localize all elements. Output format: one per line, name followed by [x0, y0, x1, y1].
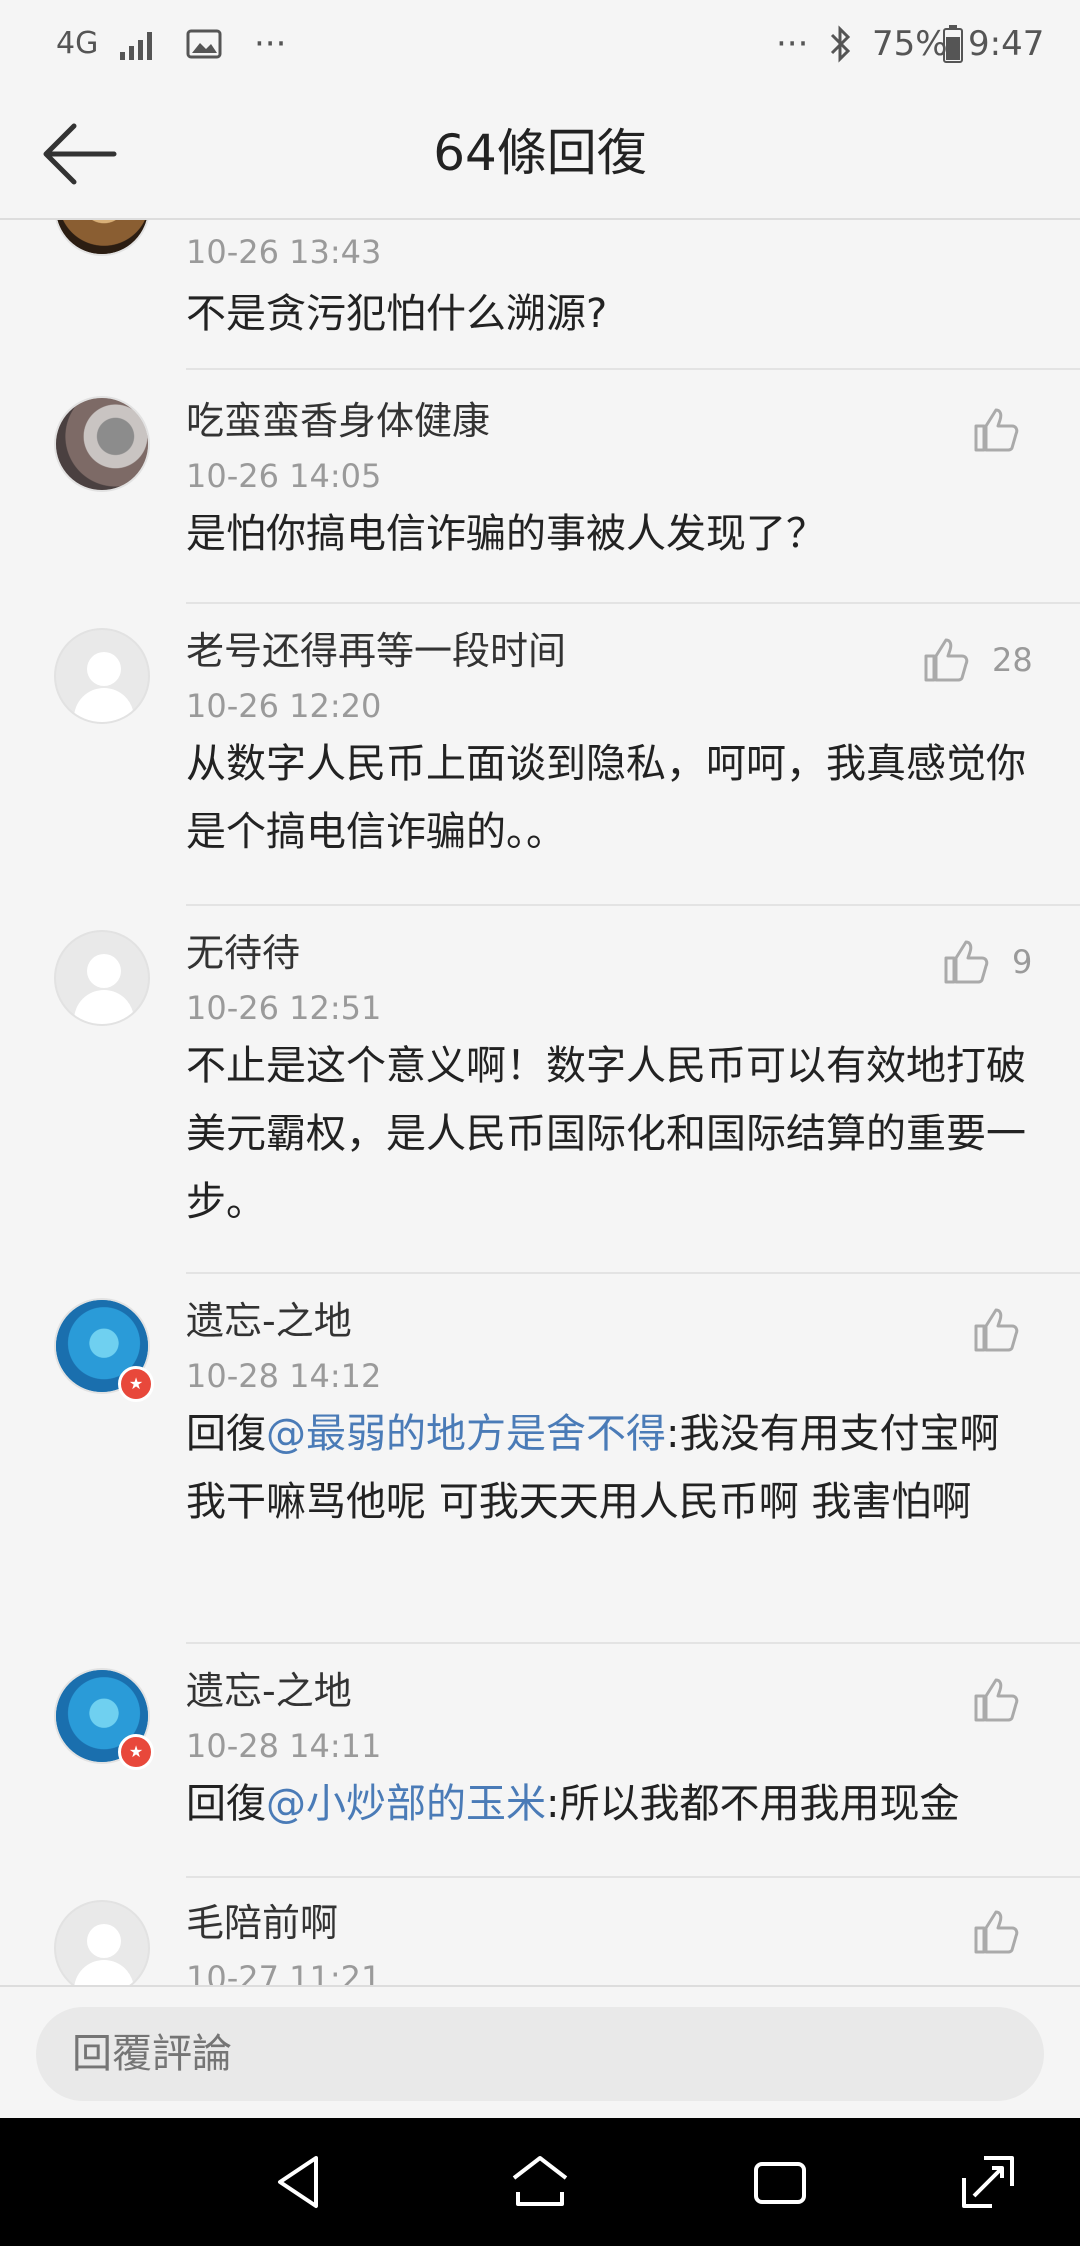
- reply-input[interactable]: [36, 2007, 1044, 2101]
- network-indicator: 4G: [56, 26, 99, 61]
- reply-body: :所以我都不用我用现金: [546, 1781, 960, 1827]
- comment-author[interactable]: 无待待: [186, 928, 300, 978]
- bluetooth-icon: [830, 25, 851, 63]
- comment-item: 吃蛮蛮香身体健康 10-26 14:05 是怕你搞电信诈骗的事被人发现了？: [0, 370, 1080, 604]
- recents-icon[interactable]: [748, 2150, 812, 2214]
- avatar[interactable]: [54, 220, 150, 256]
- comment-author[interactable]: 遗忘-之地: [186, 1296, 352, 1346]
- like-count: 9: [1012, 943, 1033, 981]
- comment-text[interactable]: 回復@小炒部的玉米:所以我都不用我用现金: [186, 1770, 1036, 1838]
- reply-prefix: 回復: [186, 1411, 266, 1457]
- thumbs-up-icon[interactable]: [922, 636, 970, 684]
- system-nav-bar: [0, 2118, 1080, 2246]
- comment-time: 10-28 14:12: [186, 1357, 382, 1395]
- avatar[interactable]: [54, 396, 150, 492]
- thumbs-up-icon[interactable]: [972, 406, 1020, 454]
- comment-text[interactable]: 不是贪污犯怕什么溯源?: [186, 280, 1036, 348]
- home-icon[interactable]: [508, 2150, 572, 2214]
- status-more: ···: [776, 24, 809, 64]
- avatar[interactable]: [54, 1900, 150, 1985]
- thumbs-up-icon[interactable]: [972, 1306, 1020, 1354]
- comment-item: 无待待 10-26 12:51 不止是这个意义啊！数字人民币可以有效地打破美元霸…: [0, 906, 1080, 1274]
- comment-author[interactable]: 老号还得再等一段时间: [186, 626, 566, 676]
- thumbs-up-icon[interactable]: [942, 938, 990, 986]
- expand-icon[interactable]: [956, 2150, 1020, 2214]
- comment-time: 10-26 14:05: [186, 457, 382, 495]
- verified-badge: ★: [118, 1366, 154, 1402]
- comment-item: ★ 遗忘-之地 10-28 14:12 回復@最弱的地方是舍不得:我没有用支付宝…: [0, 1274, 1080, 1644]
- thumbs-up-icon[interactable]: [972, 1908, 1020, 1956]
- avatar[interactable]: [54, 628, 150, 724]
- page-title: 64條回復: [433, 124, 647, 182]
- comment-author[interactable]: 吃蛮蛮香身体健康: [186, 396, 490, 446]
- notification-more: ···: [254, 24, 287, 64]
- comment-time: 10-26 13:43: [186, 233, 382, 271]
- comment-item: ★ 遗忘-之地 10-28 14:11 回復@小炒部的玉米:所以我都不用我用现金: [0, 1644, 1080, 1878]
- verified-badge: ★: [118, 1734, 154, 1770]
- comment-list[interactable]: 10-26 13:43 不是贪污犯怕什么溯源? 吃蛮蛮香身体健康 10-26 1…: [0, 220, 1080, 1985]
- like-count: 28: [992, 641, 1033, 679]
- comment-item: 毛陪前啊 10-27 11:21: [0, 1878, 1080, 1985]
- app-header: 64條回復: [0, 88, 1080, 220]
- comment-author[interactable]: 遗忘-之地: [186, 1666, 352, 1716]
- reply-bar: [0, 1985, 1080, 2120]
- reply-prefix: 回復: [186, 1781, 266, 1827]
- battery-percent: 75%: [872, 24, 948, 64]
- back-triangle-icon[interactable]: [268, 2150, 332, 2214]
- thumbs-up-icon[interactable]: [972, 1676, 1020, 1724]
- comment-time: 10-28 14:11: [186, 1727, 382, 1765]
- comment-time: 10-26 12:20: [186, 687, 382, 725]
- comment-item: 老号还得再等一段时间 10-26 12:20 从数字人民币上面谈到隐私，呵呵，我…: [0, 604, 1080, 906]
- comment-author[interactable]: 毛陪前啊: [186, 1898, 338, 1948]
- comment-text[interactable]: 是怕你搞电信诈骗的事被人发现了？: [186, 500, 1036, 568]
- comment-text[interactable]: 从数字人民币上面谈到隐私，呵呵，我真感觉你是个搞电信诈骗的。。: [186, 730, 1036, 866]
- comment-text[interactable]: 回復@最弱的地方是舍不得:我没有用支付宝啊 我干嘛骂他呢 可我天天用人民币啊 我…: [186, 1400, 1036, 1536]
- avatar[interactable]: [54, 930, 150, 1026]
- comment-text[interactable]: 不止是这个意义啊！数字人民币可以有效地打破美元霸权，是人民币国际化和国际结算的重…: [186, 1032, 1036, 1236]
- image-icon: [186, 29, 222, 59]
- comment-time: 10-26 12:51: [186, 989, 382, 1027]
- clock: 9:47: [968, 24, 1045, 64]
- status-bar: 4G ··· ··· 75% 9:47: [0, 0, 1080, 88]
- battery-icon: [943, 25, 963, 63]
- comment-time: 10-27 11:21: [186, 1959, 382, 1985]
- mention-link[interactable]: @最弱的地方是舍不得: [266, 1411, 666, 1457]
- mention-link[interactable]: @小炒部的玉米: [266, 1781, 546, 1827]
- signal-icon: [120, 32, 152, 60]
